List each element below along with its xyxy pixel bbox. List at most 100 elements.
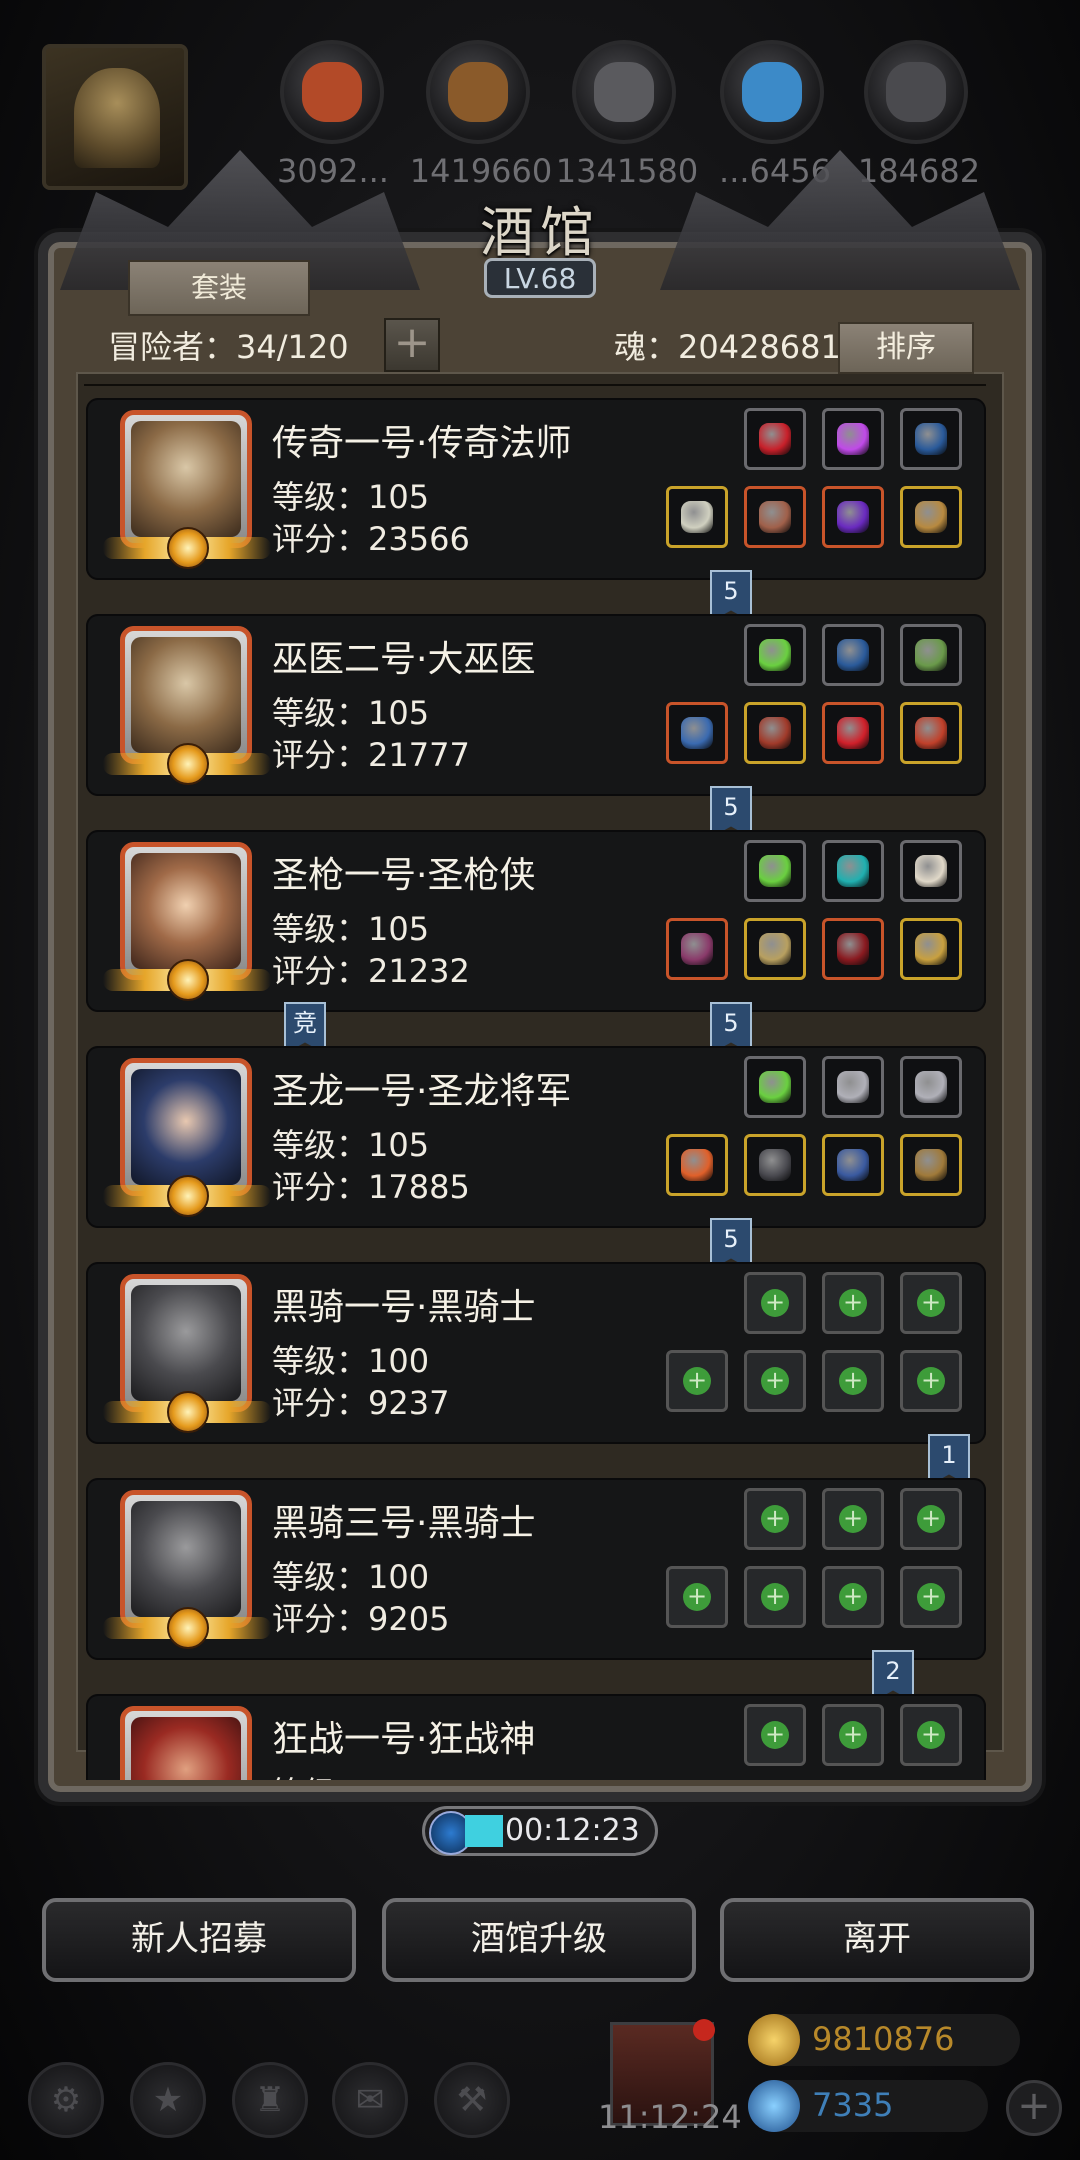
gold-icon bbox=[748, 2014, 800, 2066]
ring-equipment-icon[interactable] bbox=[900, 486, 962, 548]
add-equipment-icon: + bbox=[839, 1505, 867, 1533]
hero-avatar[interactable] bbox=[103, 1058, 271, 1217]
gold-ring-equipment-icon[interactable] bbox=[900, 918, 962, 980]
dagger-equipment-icon[interactable] bbox=[900, 1056, 962, 1118]
wand-equipment-icon[interactable] bbox=[666, 702, 728, 764]
teal-stone-equipment-icon[interactable] bbox=[822, 840, 884, 902]
empty-equipment-slot[interactable]: + bbox=[666, 1566, 728, 1628]
hero-avatar[interactable] bbox=[103, 842, 271, 1001]
add-equipment-icon: + bbox=[839, 1583, 867, 1611]
hero-avatar[interactable] bbox=[103, 1274, 271, 1433]
hero-name: 黑骑三号·黑骑士 bbox=[272, 1503, 536, 1544]
settings-icon[interactable]: ⚙ bbox=[28, 2062, 104, 2138]
green-crystal-icon bbox=[759, 855, 791, 887]
leave-button[interactable]: 离开 bbox=[720, 1898, 1034, 1982]
armor-equipment-icon[interactable] bbox=[744, 486, 806, 548]
blue-bow-equipment-icon[interactable] bbox=[900, 408, 962, 470]
hero-score: 评分：9205 bbox=[272, 1600, 450, 1638]
empty-equipment-slot[interactable]: + bbox=[744, 1350, 806, 1412]
flame-sword-icon bbox=[681, 1149, 713, 1181]
green-crystal-equipment-icon[interactable] bbox=[744, 840, 806, 902]
star-icon[interactable]: ★ bbox=[130, 2062, 206, 2138]
hero-list[interactable]: 传奇一号·传奇法师 等级：105 评分：23566 5 巫医二号·大巫医 等级：105 评分… bbox=[86, 398, 986, 1780]
add-adventurer-button[interactable]: + bbox=[384, 318, 440, 372]
empty-equipment-slot[interactable]: + bbox=[900, 1272, 962, 1334]
empty-equipment-slot[interactable]: + bbox=[822, 1566, 884, 1628]
rifle-equipment-icon[interactable] bbox=[666, 918, 728, 980]
empty-equipment-slot[interactable]: + bbox=[900, 1566, 962, 1628]
upgrade-tavern-button[interactable]: 酒馆升级 bbox=[382, 1898, 696, 1982]
crystal-resource-icon[interactable] bbox=[720, 40, 824, 144]
silver-staff-equipment-icon[interactable] bbox=[666, 486, 728, 548]
hero-avatar[interactable] bbox=[103, 410, 271, 569]
hero-avatar[interactable] bbox=[120, 1706, 252, 1780]
recruit-button[interactable]: 新人招募 bbox=[42, 1898, 356, 1982]
hero-avatar[interactable] bbox=[103, 626, 271, 785]
empty-equipment-slot[interactable]: + bbox=[744, 1488, 806, 1550]
empty-equipment-slot[interactable]: + bbox=[744, 1704, 806, 1766]
rank-medal-icon bbox=[167, 1607, 209, 1649]
mail-icon[interactable]: ✉ bbox=[332, 2062, 408, 2138]
hero-card[interactable]: 巫医二号·大巫医 等级：105 评分：21777 bbox=[86, 614, 986, 796]
meat-resource-icon[interactable] bbox=[280, 40, 384, 144]
red-ring-equipment-icon[interactable] bbox=[900, 702, 962, 764]
hero-card[interactable]: 黑骑三号·黑骑士 等级：100 评分：9205 + + + + + + + bbox=[86, 1478, 986, 1660]
ring-icon bbox=[915, 501, 947, 533]
red-armor-equipment-icon[interactable] bbox=[744, 702, 806, 764]
empty-equipment-slot[interactable]: + bbox=[822, 1488, 884, 1550]
empty-equipment-slot[interactable]: + bbox=[822, 1272, 884, 1334]
castle-icon[interactable]: ♜ bbox=[232, 2062, 308, 2138]
shield-equipment-icon[interactable] bbox=[900, 1134, 962, 1196]
hero-card[interactable]: 传奇一号·传奇法师 等级：105 评分：23566 bbox=[86, 398, 986, 580]
sort-button[interactable]: 排序 bbox=[838, 322, 974, 374]
hero-score: 评分：9237 bbox=[272, 1384, 450, 1422]
forge-icon[interactable]: ⚒ bbox=[434, 2062, 510, 2138]
dark-armor-equipment-icon[interactable] bbox=[744, 1134, 806, 1196]
hero-card[interactable]: 狂战一号·狂战神等级：+++++++ bbox=[86, 1694, 986, 1780]
armor-icon bbox=[759, 501, 791, 533]
green-crystal-equipment-icon[interactable] bbox=[744, 624, 806, 686]
red-armor-icon bbox=[759, 717, 791, 749]
white-feather-icon bbox=[915, 855, 947, 887]
hero-score: 评分：21232 bbox=[272, 952, 470, 990]
rank-medal-icon bbox=[167, 1391, 209, 1433]
empty-equipment-slot[interactable]: + bbox=[900, 1350, 962, 1412]
wood-resource-icon[interactable] bbox=[426, 40, 530, 144]
stone-resource-icon[interactable] bbox=[864, 40, 968, 144]
empty-equipment-slot[interactable]: + bbox=[822, 1704, 884, 1766]
player-portrait[interactable] bbox=[42, 44, 188, 190]
green-crystal-equipment-icon[interactable] bbox=[744, 1056, 806, 1118]
helmet-equipment-icon[interactable] bbox=[744, 918, 806, 980]
green-leaf-equipment-icon[interactable] bbox=[900, 624, 962, 686]
wand-icon bbox=[681, 717, 713, 749]
empty-equipment-slot[interactable]: + bbox=[822, 1350, 884, 1412]
iron-resource-icon[interactable] bbox=[572, 40, 676, 144]
system-clock: 11:12:24 bbox=[598, 2098, 742, 2136]
add-equipment-icon: + bbox=[761, 1367, 789, 1395]
hero-card[interactable]: 圣枪一号·圣枪侠 等级：105 评分：21232 bbox=[86, 830, 986, 1012]
pendant-equipment-icon[interactable] bbox=[822, 1134, 884, 1196]
empty-equipment-slot[interactable]: + bbox=[900, 1488, 962, 1550]
hero-avatar[interactable] bbox=[103, 1490, 271, 1649]
timer-fill bbox=[465, 1815, 503, 1847]
red-potion-equipment-icon[interactable] bbox=[822, 702, 884, 764]
hero-card[interactable]: 圣龙一号·圣龙将军 等级：105 评分：17885 bbox=[86, 1046, 986, 1228]
flame-sword-equipment-icon[interactable] bbox=[666, 1134, 728, 1196]
white-feather-equipment-icon[interactable] bbox=[900, 840, 962, 902]
add-currency-button[interactable]: + bbox=[1006, 2080, 1062, 2136]
empty-equipment-slot[interactable]: + bbox=[666, 1350, 728, 1412]
purple-gem-equipment-icon[interactable] bbox=[822, 408, 884, 470]
resource-value: 3092... bbox=[277, 152, 389, 190]
empty-equipment-slot[interactable]: + bbox=[744, 1272, 806, 1334]
set-tab-button[interactable]: 套装 bbox=[128, 260, 310, 316]
blue-bow-equipment-icon[interactable] bbox=[822, 624, 884, 686]
empty-equipment-slot[interactable]: + bbox=[744, 1566, 806, 1628]
hero-card[interactable]: 黑骑一号·黑骑士 等级：100 评分：9237 + + + + + + + bbox=[86, 1262, 986, 1444]
ruby-necklace-icon bbox=[759, 423, 791, 455]
empty-equipment-slot[interactable]: + bbox=[900, 1704, 962, 1766]
red-claw-equipment-icon[interactable] bbox=[822, 918, 884, 980]
ruby-necklace-equipment-icon[interactable] bbox=[744, 408, 806, 470]
gold-value: 9810876 bbox=[812, 2020, 955, 2058]
amulet-equipment-icon[interactable] bbox=[822, 486, 884, 548]
dagger-equipment-icon[interactable] bbox=[822, 1056, 884, 1118]
